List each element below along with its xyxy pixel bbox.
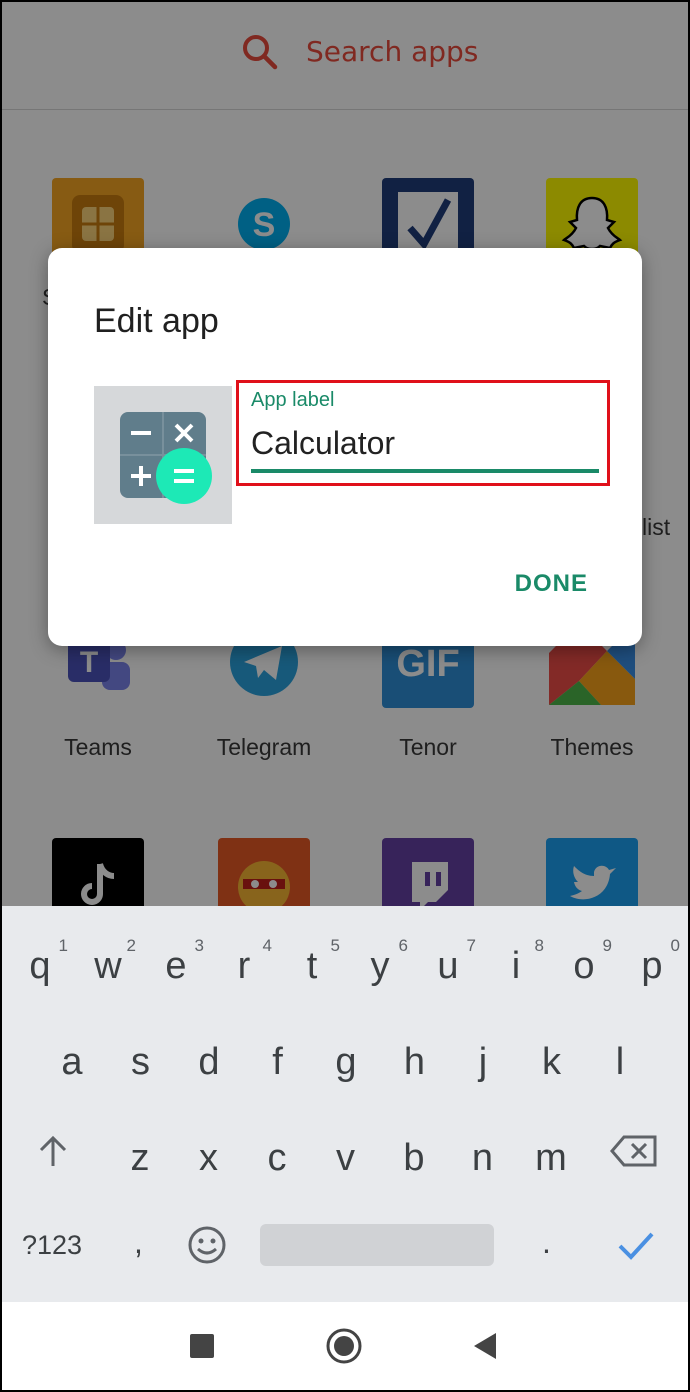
key-number-hint: 5 — [330, 936, 340, 955]
key-number-hint: 0 — [670, 936, 680, 955]
key-t[interactable]: t5 — [278, 922, 346, 1002]
key-d[interactable]: d — [175, 1018, 243, 1098]
key-m[interactable]: m — [517, 1114, 585, 1194]
key-z[interactable]: z — [106, 1114, 174, 1194]
key-s[interactable]: s — [107, 1018, 175, 1098]
key-q[interactable]: q1 — [6, 922, 74, 1002]
key-character: d — [198, 1041, 220, 1083]
key-p[interactable]: p0 — [618, 922, 686, 1002]
key-character: g — [335, 1041, 357, 1083]
key-x[interactable]: x — [175, 1114, 243, 1194]
key-character: k — [542, 1041, 561, 1083]
key-character: l — [615, 1041, 625, 1083]
period-key[interactable]: . — [542, 1224, 551, 1261]
key-character: a — [61, 1041, 83, 1083]
app-label-field-label: App label — [251, 389, 335, 411]
screen: Search apps S S list T Teams Telegram — [2, 2, 688, 1390]
key-i[interactable]: i8 — [482, 922, 550, 1002]
app-label-field[interactable]: App label — [236, 380, 610, 486]
comma-key[interactable]: , — [134, 1224, 143, 1261]
key-number-hint: 6 — [398, 936, 408, 955]
key-character: j — [478, 1041, 488, 1083]
key-number-hint: 9 — [602, 936, 612, 955]
key-character: v — [336, 1137, 355, 1179]
key-number-hint: 2 — [126, 936, 136, 955]
app-label-input[interactable] — [251, 423, 597, 463]
key-character: c — [267, 1137, 287, 1179]
key-l[interactable]: l — [586, 1018, 654, 1098]
key-character: x — [199, 1137, 218, 1179]
key-e[interactable]: e3 — [142, 922, 210, 1002]
key-n[interactable]: n — [449, 1114, 517, 1194]
key-c[interactable]: c — [243, 1114, 311, 1194]
key-character: f — [272, 1041, 283, 1083]
symbols-key[interactable]: ?123 — [22, 1230, 82, 1261]
calculator-icon[interactable] — [94, 386, 232, 524]
key-f[interactable]: f — [244, 1018, 312, 1098]
key-character: h — [403, 1041, 426, 1083]
key-u[interactable]: u7 — [414, 922, 482, 1002]
key-v[interactable]: v — [312, 1114, 380, 1194]
emoji-key-icon[interactable] — [186, 1224, 228, 1266]
system-navigation-bar — [2, 1302, 688, 1390]
key-b[interactable]: b — [380, 1114, 448, 1194]
key-character: s — [131, 1041, 150, 1083]
key-o[interactable]: o9 — [550, 922, 618, 1002]
backspace-key-icon[interactable] — [610, 1134, 658, 1168]
key-number-hint: 3 — [194, 936, 204, 955]
back-icon[interactable] — [466, 1326, 506, 1366]
key-k[interactable]: k — [518, 1018, 586, 1098]
key-number-hint: 8 — [534, 936, 544, 955]
key-number-hint: 7 — [466, 936, 476, 955]
key-character: z — [130, 1137, 150, 1179]
key-h[interactable]: h — [381, 1018, 449, 1098]
key-j[interactable]: j — [449, 1018, 517, 1098]
soft-keyboard: q1w2e3r4t5y6u7i8o9p0 a s d f g h j k l z x c v b nm ?… — [2, 906, 688, 1302]
done-button[interactable]: DONE — [515, 570, 588, 598]
key-number-hint: 1 — [58, 936, 68, 955]
key-character: b — [403, 1137, 425, 1179]
shift-key-icon[interactable] — [36, 1134, 70, 1170]
recents-icon[interactable] — [182, 1326, 222, 1366]
checkmark-enter-icon[interactable] — [616, 1228, 656, 1262]
home-icon[interactable] — [324, 1326, 364, 1366]
key-r[interactable]: r4 — [210, 922, 278, 1002]
key-number-hint: 4 — [262, 936, 272, 955]
key-g[interactable]: g — [312, 1018, 380, 1098]
edit-app-dialog: Edit app App label DONE — [48, 248, 642, 646]
key-a[interactable]: a — [38, 1018, 106, 1098]
space-bar[interactable] — [260, 1224, 494, 1266]
key-w[interactable]: w2 — [74, 922, 142, 1002]
dialog-title: Edit app — [94, 302, 219, 340]
key-character: m — [535, 1137, 567, 1179]
field-underline — [251, 469, 599, 473]
key-y[interactable]: y6 — [346, 922, 414, 1002]
key-character: n — [471, 1137, 494, 1179]
